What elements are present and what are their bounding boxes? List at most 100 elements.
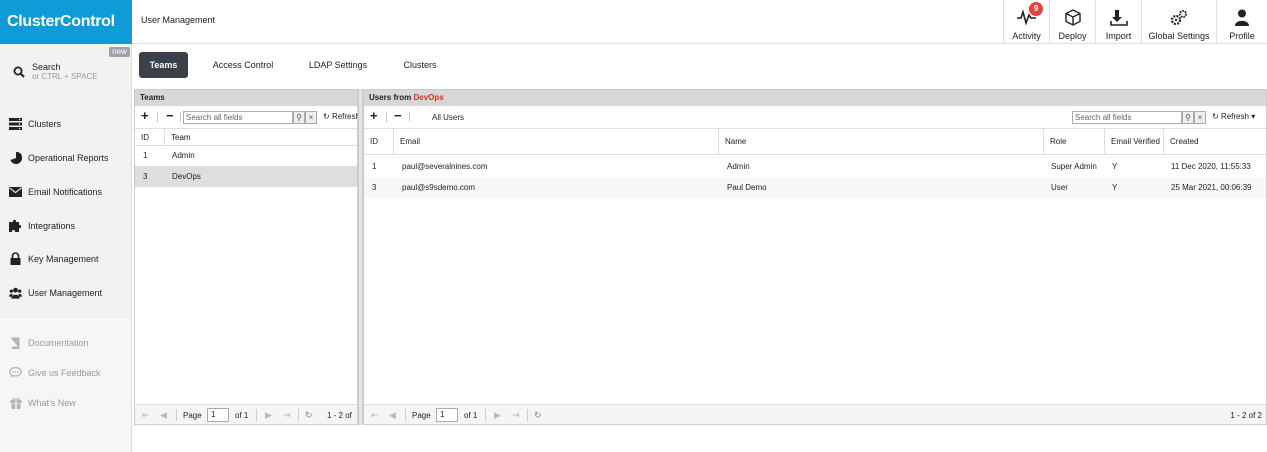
top-bar: User Management 9 Activity Deploy Import… — [132, 0, 1267, 44]
users-search-input[interactable]: Search all fields — [1072, 111, 1182, 124]
page-range: 1 - 2 of 2 — [1230, 411, 1262, 420]
sidebar: Search or CTRL + SPACE new Clusters Oper… — [0, 44, 132, 452]
comment-icon — [9, 366, 22, 379]
tab-bar: Teams Access Control LDAP Settings Clust… — [132, 44, 1267, 88]
remove-user-button[interactable]: − — [394, 109, 402, 123]
sidebar-item-clusters[interactable]: Clusters — [0, 114, 131, 134]
teams-pager: ⇤ ◀ Page 1 of 1 ▶ ⇥ ↻ 1 - 2 of — [135, 404, 357, 424]
toolbar-divider — [409, 112, 410, 122]
pager-divider — [298, 409, 299, 421]
sidebar-item-user-management[interactable]: User Management — [0, 283, 131, 303]
prev-page-icon[interactable]: ◀ — [160, 410, 167, 421]
users-grid-header: ID Email Name Role Email Verified Create… — [364, 128, 1266, 155]
column-header-id[interactable]: ID — [364, 129, 394, 154]
servers-icon — [9, 117, 22, 130]
add-user-button[interactable]: + — [370, 109, 378, 123]
users-pager: ⇤ ◀ Page 1 of 1 ▶ ⇥ ↻ 1 - 2 of 2 — [364, 404, 1266, 424]
column-header-email-verified[interactable]: Email Verified — [1105, 129, 1164, 154]
import-button[interactable]: Import — [1095, 0, 1141, 43]
table-row[interactable]: 1 Admin — [135, 145, 357, 166]
next-page-icon[interactable]: ▶ — [265, 410, 272, 421]
sidebar-search[interactable]: Search or CTRL + SPACE new — [0, 44, 132, 99]
tab-teams[interactable]: Teams — [139, 52, 188, 78]
cell-id: 3 — [143, 172, 148, 181]
sidebar-item-label: Integrations — [28, 221, 76, 231]
sidebar-item-feedback[interactable]: Give us Feedback — [0, 363, 131, 383]
users-toolbar: + − All Users Search all fields ⚲ × ↻ Re… — [364, 108, 1266, 126]
all-users-button[interactable]: All Users — [432, 113, 464, 122]
users-panel-team-name: DevOps — [413, 93, 444, 102]
remove-team-button[interactable]: − — [166, 109, 174, 123]
activity-button[interactable]: 9 Activity — [1003, 0, 1049, 43]
table-row[interactable]: 1 paul@severalnines.com Admin Super Admi… — [364, 156, 1266, 177]
tab-access-control[interactable]: Access Control — [202, 52, 284, 78]
search-icon[interactable]: ⚲ — [1182, 111, 1194, 124]
last-page-icon[interactable]: ⇥ — [283, 410, 291, 421]
column-header-created[interactable]: Created — [1164, 129, 1266, 154]
profile-button[interactable]: Profile — [1216, 0, 1267, 43]
clear-icon[interactable]: × — [305, 111, 317, 124]
users-panel-title: Users from DevOps — [364, 90, 1266, 106]
sidebar-item-label: Email Notifications — [28, 187, 103, 197]
reload-icon[interactable]: ↻ — [305, 410, 313, 421]
first-page-icon[interactable]: ⇤ — [142, 410, 150, 421]
teams-refresh-button[interactable]: ↻ Refresh — [323, 112, 358, 121]
cell-created: 11 Dec 2020, 11:55:33 — [1171, 162, 1251, 171]
teams-search-input[interactable]: Search all fields — [183, 111, 293, 124]
teams-panel-title: Teams — [135, 90, 357, 106]
puzzle-icon — [9, 219, 22, 232]
refresh-icon: ↻ — [1212, 112, 1219, 121]
refresh-label: Refresh — [1220, 112, 1249, 121]
new-badge: new — [109, 47, 130, 57]
table-row[interactable]: 3 paul@s9sdemo.com Paul Demo User Y 25 M… — [364, 177, 1266, 198]
sidebar-item-key-management[interactable]: Key Management — [0, 249, 131, 269]
sidebar-item-whats-new[interactable]: What's New — [0, 393, 131, 413]
global-settings-button[interactable]: Global Settings — [1141, 0, 1216, 43]
column-header-team[interactable]: Team — [165, 129, 357, 145]
reload-icon[interactable]: ↻ — [534, 410, 542, 421]
page-count: of 1 — [464, 411, 478, 420]
users-refresh-button[interactable]: ↻ Refresh ▾ — [1212, 112, 1266, 121]
cell-team: DevOps — [172, 172, 201, 181]
sidebar-item-label: Documentation — [28, 338, 89, 348]
import-icon — [1096, 8, 1141, 26]
next-page-icon[interactable]: ▶ — [494, 410, 501, 421]
user-icon — [1217, 8, 1267, 26]
pie-chart-icon — [9, 151, 22, 164]
cell-role: Super Admin — [1051, 162, 1097, 171]
sidebar-item-email-notifications[interactable]: Email Notifications — [0, 182, 131, 202]
page-input[interactable]: 1 — [207, 408, 229, 422]
column-header-email[interactable]: Email — [394, 129, 719, 154]
cell-role: User — [1051, 183, 1068, 192]
page-count: of 1 — [235, 411, 249, 420]
column-header-name[interactable]: Name — [719, 129, 1044, 154]
global-settings-label: Global Settings — [1148, 31, 1210, 41]
search-icon[interactable]: ⚲ — [293, 111, 305, 124]
tab-ldap-settings[interactable]: LDAP Settings — [298, 52, 378, 78]
column-header-id[interactable]: ID — [135, 129, 165, 145]
add-team-button[interactable]: + — [141, 109, 149, 123]
deploy-button[interactable]: Deploy — [1049, 0, 1095, 43]
sidebar-secondary: Documentation Give us Feedback What's Ne… — [0, 320, 131, 452]
clear-icon[interactable]: × — [1194, 111, 1206, 124]
table-row[interactable]: 3 DevOps — [135, 166, 357, 187]
cell-name: Paul Demo — [727, 183, 767, 192]
sidebar-item-label: Give us Feedback — [28, 368, 101, 378]
toolbar-divider — [157, 112, 158, 122]
search-hint: or CTRL + SPACE — [32, 72, 98, 81]
last-page-icon[interactable]: ⇥ — [512, 410, 520, 421]
sidebar-item-documentation[interactable]: Documentation — [0, 333, 131, 353]
first-page-icon[interactable]: ⇤ — [371, 410, 379, 421]
sidebar-item-integrations[interactable]: Integrations — [0, 216, 131, 236]
tab-clusters[interactable]: Clusters — [394, 52, 446, 78]
page-input[interactable]: 1 — [436, 408, 458, 422]
app-logo[interactable]: ClusterControl — [0, 0, 132, 44]
sidebar-item-operational-reports[interactable]: Operational Reports — [0, 148, 131, 168]
pager-divider — [176, 409, 177, 421]
cell-id: 3 — [372, 183, 377, 192]
activity-label: Activity — [1012, 31, 1041, 41]
prev-page-icon[interactable]: ◀ — [389, 410, 396, 421]
cell-name: Admin — [727, 162, 750, 171]
column-header-role[interactable]: Role — [1044, 129, 1105, 154]
cell-verified: Y — [1112, 183, 1118, 192]
